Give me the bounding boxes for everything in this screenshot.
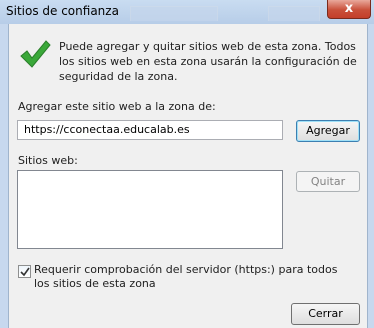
background-tab xyxy=(268,6,320,21)
window-close-button[interactable]: x xyxy=(327,0,371,19)
require-https-checkbox[interactable] xyxy=(18,265,31,278)
zone-info-text: Puede agregar y quitar sitios web de est… xyxy=(59,40,357,83)
site-url-input[interactable]: https://cconectaa.educalab.es xyxy=(17,120,283,140)
window-frame: Puede agregar y quitar sitios web de est… xyxy=(0,24,374,328)
sites-listbox[interactable] xyxy=(17,170,283,249)
check-icon xyxy=(20,40,51,68)
close-button[interactable]: Cerrar xyxy=(291,303,360,325)
checkmark-icon xyxy=(20,267,30,277)
background-tab xyxy=(130,6,218,21)
window-title: Sitios de confianza xyxy=(6,4,119,18)
require-https-label[interactable]: Requerir comprobación del servidor (http… xyxy=(34,263,354,291)
title-bar[interactable]: Sitios de confianza x xyxy=(0,0,374,24)
dialog-body: Puede agregar y quitar sitios web de est… xyxy=(8,24,368,328)
add-site-label: Agregar este sitio web a la zona de: xyxy=(18,100,216,113)
remove-button[interactable]: Quitar xyxy=(296,171,360,192)
sites-list-label: Sitios web: xyxy=(18,154,78,167)
add-button[interactable]: Agregar xyxy=(296,120,360,142)
